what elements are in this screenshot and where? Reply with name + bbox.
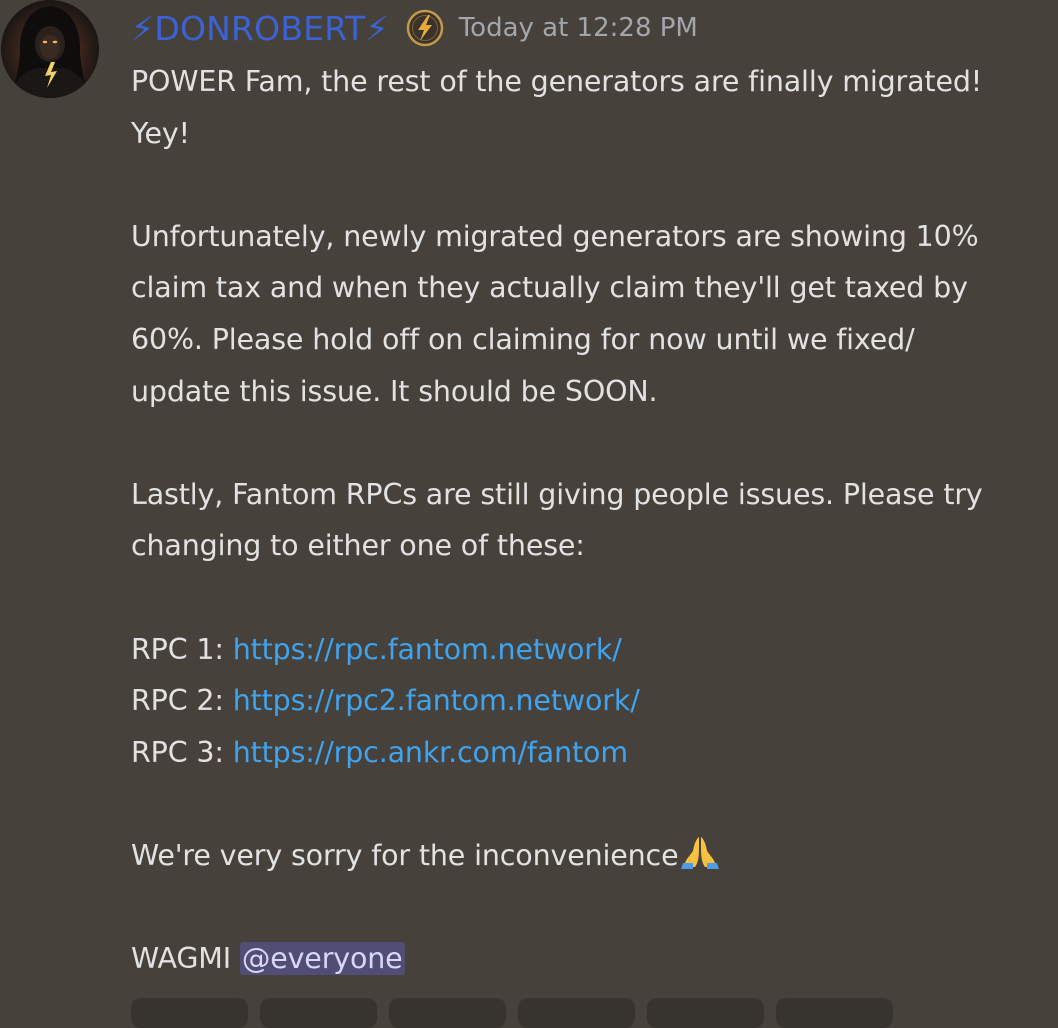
- author-username[interactable]: ⚡DONROBERT⚡: [131, 12, 389, 45]
- author-avatar[interactable]: [1, 0, 99, 98]
- message-line: Yey!: [131, 116, 190, 150]
- rpc-link[interactable]: https://rpc.ankr.com/fantom: [233, 736, 628, 769]
- message-timestamp[interactable]: Today at 12:28 PM: [459, 15, 698, 41]
- wagmi-text: WAGMI: [131, 942, 240, 976]
- message-line: Lastly, Fantom RPCs are still giving peo…: [131, 477, 983, 511]
- reaction-button[interactable]: [260, 998, 377, 1028]
- rpc-line: RPC 1: https://rpc.fantom.network/: [131, 624, 1041, 676]
- chat-message: ⚡DONROBERT⚡ Today at 12:28 PM POWER Fam,…: [0, 0, 1058, 1028]
- message-line: Unfortunately, newly migrated generators…: [131, 219, 979, 253]
- message-line: WAGMI @everyone: [131, 933, 1041, 985]
- message-line: POWER Fam, the rest of the generators ar…: [131, 65, 983, 98]
- lightning-coin-icon[interactable]: [405, 8, 445, 48]
- message-line: claim tax and when they actually claim t…: [131, 271, 968, 305]
- message-line: 60%. Please hold off on claiming for now…: [131, 322, 915, 356]
- message-content: POWER Fam, the rest of the generators ar…: [131, 56, 1041, 985]
- rpc-line: RPC 3: https://rpc.ankr.com/fantom: [131, 727, 1041, 779]
- rpc-link[interactable]: https://rpc.fantom.network/: [233, 633, 622, 666]
- rpc-label: RPC 1:: [131, 632, 233, 666]
- apology-text: We're very sorry for the inconvenience: [131, 838, 679, 872]
- rpc-label: RPC 3:: [131, 735, 233, 769]
- rpc-label: RPC 2:: [131, 684, 233, 718]
- reaction-button[interactable]: [389, 998, 506, 1028]
- reaction-button[interactable]: [647, 998, 764, 1028]
- message-line: changing to either one of these:: [131, 529, 585, 563]
- rpc-link[interactable]: https://rpc2.fantom.network/: [233, 684, 640, 717]
- rpc-line: RPC 2: https://rpc2.fantom.network/: [131, 675, 1041, 727]
- message-line: We're very sorry for the inconvenience: [131, 830, 1041, 882]
- message-header: ⚡DONROBERT⚡ Today at 12:28 PM: [131, 0, 698, 56]
- reaction-button[interactable]: [131, 998, 248, 1028]
- everyone-mention[interactable]: @everyone: [239, 942, 405, 976]
- folded-hands-icon[interactable]: [678, 834, 722, 869]
- message-line: update this issue. It should be SOON.: [131, 374, 658, 408]
- reaction-button[interactable]: [518, 998, 635, 1028]
- reaction-button[interactable]: [776, 998, 893, 1028]
- hooded-figure-avatar-icon: [1, 0, 99, 98]
- reaction-bar: [131, 998, 893, 1028]
